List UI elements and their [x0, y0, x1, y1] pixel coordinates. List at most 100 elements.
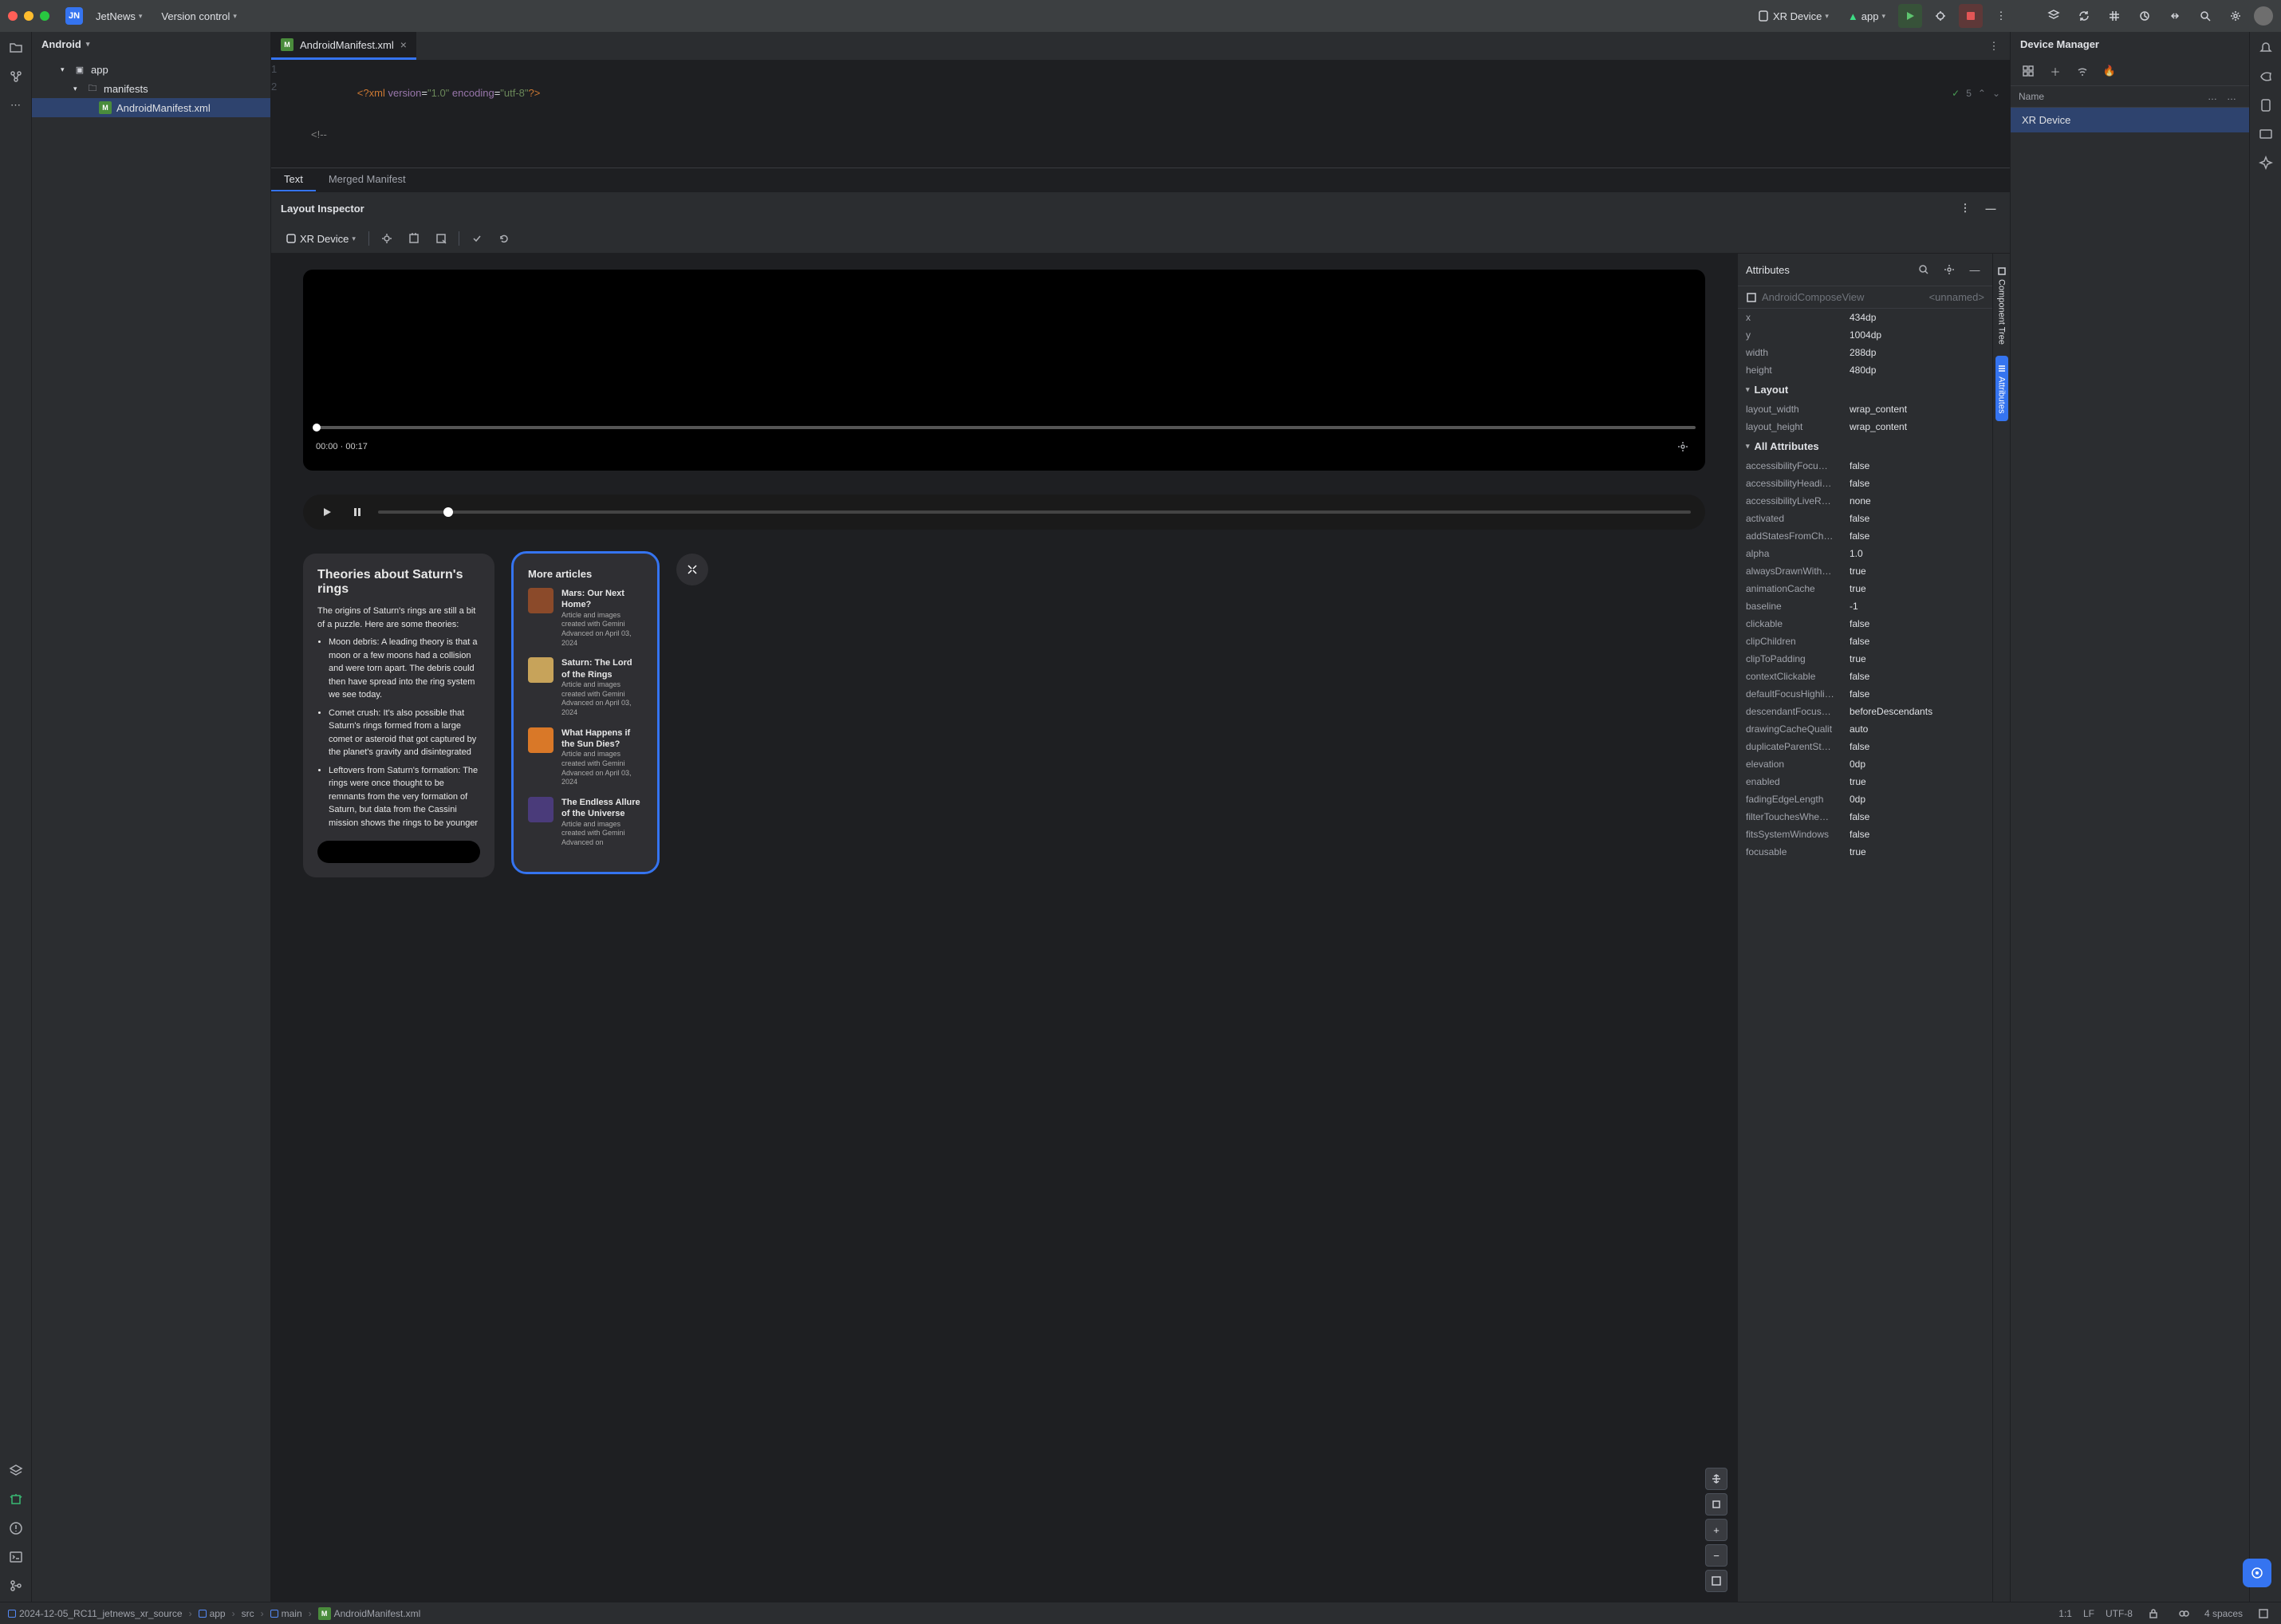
attribute-row[interactable]: alpha1.0 [1738, 545, 1992, 562]
more-article-item[interactable]: The Endless Allure of the Universe Artic… [528, 797, 643, 848]
problems-button[interactable] [6, 1519, 26, 1538]
more-actions-button[interactable]: ⋮ [1989, 4, 2013, 28]
breadcrumb-segment[interactable]: main [270, 1608, 302, 1619]
rotate-3d-button[interactable] [1705, 1493, 1727, 1516]
code-with-me-button[interactable] [2042, 4, 2066, 28]
attribute-row[interactable]: defaultFocusHighli…false [1738, 685, 1992, 703]
dm-add-button[interactable]: ＋ [2046, 61, 2065, 81]
attribute-row[interactable]: elevation0dp [1738, 755, 1992, 773]
attribute-row[interactable]: clickablefalse [1738, 615, 1992, 633]
pan-button[interactable] [1705, 1468, 1727, 1490]
stop-button[interactable] [1959, 4, 1983, 28]
running-devices-button[interactable] [2256, 124, 2275, 144]
dm-col-name[interactable]: Name [2019, 91, 2203, 102]
device-selector[interactable]: XR Device ▾ [1751, 6, 1835, 26]
app-links-button[interactable] [2163, 4, 2187, 28]
attribute-row[interactable]: accessibilityHeadi…false [1738, 475, 1992, 492]
attributes-section-layout[interactable]: ▾ Layout [1738, 379, 1992, 400]
attribute-row[interactable]: y1004dp [1738, 326, 1992, 344]
maximize-window-button[interactable] [40, 11, 49, 21]
run-config-selector[interactable]: ▲ app ▾ [1842, 7, 1892, 26]
attributes-section-all[interactable]: ▾ All Attributes [1738, 436, 1992, 457]
more-article-item[interactable]: Saturn: The Lord of the Rings Article an… [528, 657, 643, 717]
attribute-row[interactable]: clipToPaddingtrue [1738, 650, 1992, 668]
chevron-up-icon[interactable]: ⌃ [1978, 85, 1986, 102]
zoom-out-button[interactable]: − [1705, 1544, 1727, 1567]
inspection-toggle[interactable] [2174, 1604, 2193, 1623]
code-line[interactable]: <!-- [311, 126, 2000, 144]
play-button[interactable] [317, 503, 337, 522]
close-window-button[interactable] [8, 11, 18, 21]
attributes-minimize-button[interactable]: — [1965, 260, 1984, 279]
run-button[interactable] [1898, 4, 1922, 28]
ai-assistant-fab[interactable] [2243, 1559, 2271, 1587]
search-button[interactable] [2193, 4, 2217, 28]
gemini-button[interactable] [2256, 153, 2275, 172]
resource-manager-button[interactable] [6, 1461, 26, 1480]
tree-node-manifest-file[interactable]: M AndroidManifest.xml [32, 98, 270, 117]
settings-button[interactable] [2224, 4, 2248, 28]
attribute-row[interactable]: drawingCacheQualitauto [1738, 720, 1992, 738]
dm-fire-button[interactable]: 🔥 [2100, 61, 2119, 81]
minimize-window-button[interactable] [24, 11, 33, 21]
attribute-row[interactable]: layout_widthwrap_content [1738, 400, 1992, 418]
more-articles-card[interactable]: More articles Mars: Our Next Home? Artic… [514, 554, 657, 872]
li-device-selector[interactable]: XR Device ▾ [281, 231, 360, 246]
project-view-selector[interactable]: Android ▾ [32, 32, 270, 57]
logcat-button[interactable] [6, 1490, 26, 1509]
inspection-widget[interactable]: ✓ 5 ⌃ ⌄ [1952, 85, 2000, 102]
dm-device-row[interactable]: XR Device [2011, 108, 2249, 132]
video-settings-button[interactable] [1673, 437, 1692, 456]
export-button[interactable] [431, 229, 451, 248]
recompose-button[interactable] [467, 229, 487, 248]
attribute-row[interactable]: filterTouchesWhe…false [1738, 808, 1992, 826]
build-button[interactable] [2102, 4, 2126, 28]
attribute-row[interactable]: baseline-1 [1738, 597, 1992, 615]
snapshot-button[interactable] [404, 229, 424, 248]
user-avatar[interactable] [2254, 6, 2273, 26]
readonly-toggle[interactable] [2144, 1604, 2163, 1623]
notifications-button[interactable] [2256, 38, 2275, 57]
profiler-button[interactable] [2133, 4, 2157, 28]
attributes-settings-button[interactable] [1940, 260, 1959, 279]
panel-minimize-button[interactable]: — [1981, 199, 2000, 218]
attribute-row[interactable]: x434dp [1738, 309, 1992, 326]
dm-grid-button[interactable] [2019, 61, 2038, 81]
attributes-search-button[interactable] [1914, 260, 1933, 279]
card-action-button[interactable] [317, 841, 480, 863]
side-tab-component-tree[interactable]: Component Tree [1995, 258, 2008, 353]
cursor-position[interactable]: 1:1 [2058, 1608, 2072, 1619]
dm-col-more[interactable]: … [2203, 91, 2222, 102]
zoom-fit-button[interactable] [1705, 1570, 1727, 1592]
subtab-text[interactable]: Text [271, 168, 316, 191]
attribute-row[interactable]: focusabletrue [1738, 843, 1992, 861]
terminal-button[interactable] [6, 1547, 26, 1567]
layout-preview-canvas[interactable]: 00:00 · 00:17 [271, 254, 1737, 1602]
chevron-down-icon[interactable]: ⌄ [1992, 85, 2000, 102]
attribute-row[interactable]: descendantFocus…beforeDescendants [1738, 703, 1992, 720]
file-encoding[interactable]: UTF-8 [2106, 1608, 2133, 1619]
breadcrumb-segment[interactable]: app [199, 1608, 226, 1619]
more-tools-button[interactable]: ⋯ [6, 96, 26, 115]
attribute-row[interactable]: height480dp [1738, 361, 1992, 379]
code-editor[interactable]: 1 2 <?xml version="1.0" encoding="utf-8"… [271, 61, 2010, 191]
attribute-row[interactable]: layout_heightwrap_content [1738, 418, 1992, 436]
editor-more-button[interactable]: ⋮ [1984, 37, 2003, 56]
more-article-item[interactable]: Mars: Our Next Home? Article and images … [528, 588, 643, 648]
expand-button[interactable] [676, 554, 708, 585]
line-separator[interactable]: LF [2083, 1608, 2094, 1619]
seekbar-thumb[interactable] [313, 424, 321, 432]
dm-col-more[interactable]: … [2222, 91, 2241, 102]
vcs-dropdown[interactable]: Version control ▾ [155, 7, 243, 26]
device-manager-button[interactable] [2256, 96, 2275, 115]
more-article-item[interactable]: What Happens if the Sun Dies? Article an… [528, 727, 643, 787]
refresh-button[interactable] [494, 229, 514, 248]
attribute-row[interactable]: fadingEdgeLength0dp [1738, 790, 1992, 808]
structure-tool-button[interactable] [6, 67, 26, 86]
attribute-row[interactable]: accessibilityFocu…false [1738, 457, 1992, 475]
code-line[interactable]: <?xml version="1.0" encoding="utf-8"?> ✓… [311, 85, 2000, 102]
live-updates-button[interactable] [377, 229, 396, 248]
attribute-row[interactable]: activatedfalse [1738, 510, 1992, 527]
attribute-row[interactable]: contextClickablefalse [1738, 668, 1992, 685]
side-tab-attributes[interactable]: Attributes [1995, 356, 2008, 421]
